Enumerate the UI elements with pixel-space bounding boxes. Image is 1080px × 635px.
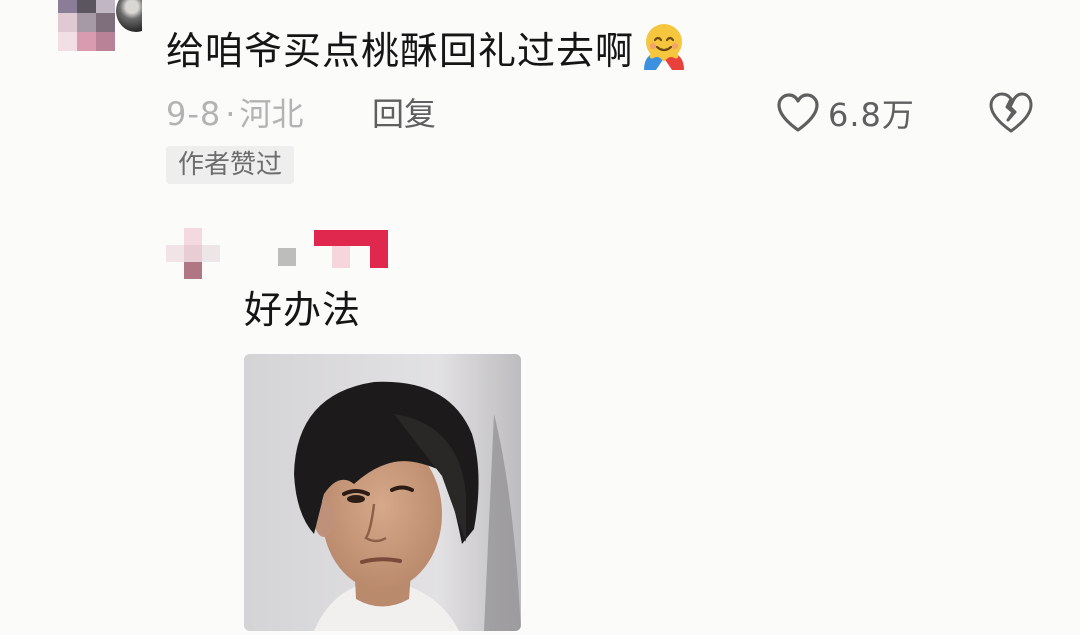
avatar-pixel xyxy=(96,0,115,13)
avatar-pixel xyxy=(184,228,202,245)
avatar-pixel xyxy=(77,13,96,32)
replier-avatar[interactable] xyxy=(166,228,224,280)
comment-location: 河北 xyxy=(239,95,304,133)
avatar-decoration xyxy=(116,0,142,32)
reply-image[interactable] xyxy=(244,354,521,631)
avatar-pixel xyxy=(184,245,202,262)
reply-button[interactable]: 回复 xyxy=(372,92,436,136)
avatar-pixel xyxy=(58,0,77,13)
hugging-face-emoji-icon xyxy=(644,24,685,70)
avatar-pixel xyxy=(184,262,202,279)
avatar-pixel xyxy=(77,32,96,51)
avatar-pixel xyxy=(202,245,220,262)
comment-body: 给咱爷买点桃酥回礼过去啊 xyxy=(166,20,690,77)
heart-icon xyxy=(777,93,819,132)
avatar-pixel xyxy=(58,13,77,32)
avatar-pixel xyxy=(58,32,77,51)
name-pixel xyxy=(370,246,388,268)
commenter-avatar[interactable] xyxy=(58,0,142,66)
name-pixel xyxy=(332,246,350,268)
like-button[interactable]: 6.8万 xyxy=(776,88,915,138)
author-liked-badge: 作者赞过 xyxy=(166,146,295,184)
broken-heart-icon xyxy=(989,92,1033,133)
dislike-button[interactable] xyxy=(988,90,1034,136)
avatar-pixel xyxy=(96,32,115,51)
person-photo xyxy=(244,354,521,631)
reply-text: 好办法 xyxy=(244,288,362,332)
avatar-pixel xyxy=(166,245,184,262)
like-count: 6.8万 xyxy=(828,96,915,134)
comment-date: 9-8 xyxy=(166,95,222,133)
name-pixel xyxy=(314,230,388,246)
meta-separator: · xyxy=(225,95,236,133)
name-pixel xyxy=(278,248,296,266)
comment-meta: 9-8 · 河北 xyxy=(166,92,303,136)
comment-text: 给咱爷买点桃酥回礼过去啊 xyxy=(166,29,635,73)
replier-username[interactable] xyxy=(274,230,394,270)
avatar-pixel xyxy=(96,13,115,32)
avatar-pixel xyxy=(77,0,96,13)
